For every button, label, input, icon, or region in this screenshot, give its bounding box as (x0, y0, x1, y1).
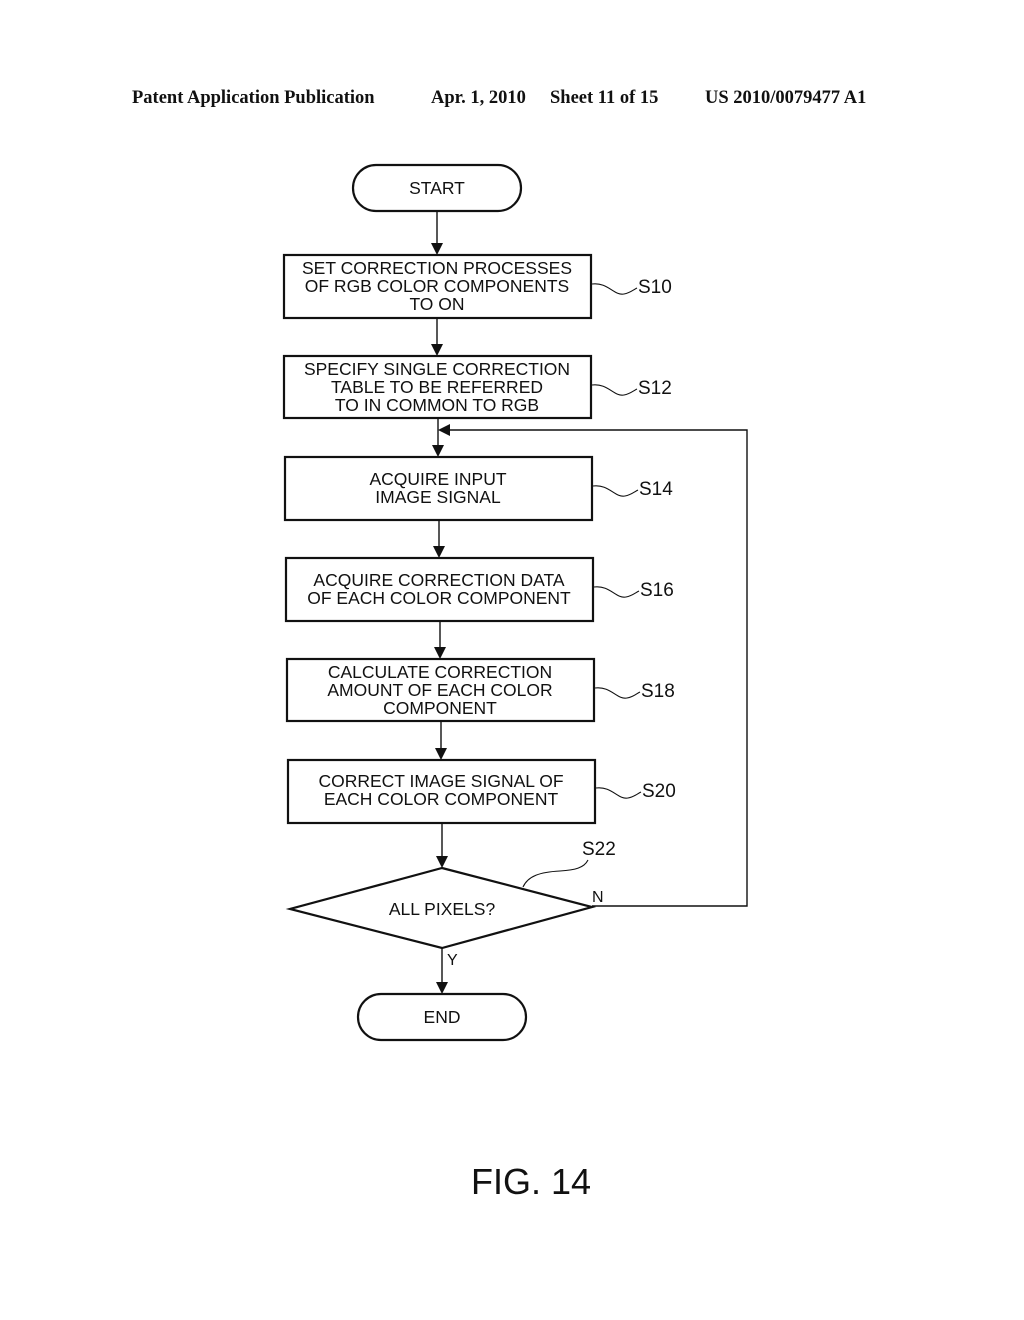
step-s14-line-1: ACQUIRE INPUT (369, 469, 506, 489)
step-s16-id: S16 (640, 580, 674, 601)
arrowhead (435, 748, 447, 760)
step-s16-line-2: OF EACH COLOR COMPONENT (307, 588, 571, 608)
step-s12: SPECIFY SINGLE CORRECTION TABLE TO BE RE… (282, 354, 672, 420)
arrow-s12-s14 (432, 418, 444, 457)
step-s10-line-1: SET CORRECTION PROCESSES (302, 258, 572, 278)
step-s14-id: S14 (639, 479, 673, 500)
decision-no-label: N (592, 889, 604, 906)
step-s10-id: S10 (638, 277, 672, 298)
step-s18-line-3: COMPONENT (383, 698, 497, 718)
decision-s22: ALL PIXELS? S22 N Y (285, 839, 616, 969)
step-s14: ACQUIRE INPUT IMAGE SIGNAL S14 (283, 455, 673, 522)
end-terminator: END (356, 992, 528, 1042)
step-s18-line-1: CALCULATE CORRECTION (328, 662, 552, 682)
step-s10-line-2: OF RGB COLOR COMPONENTS (305, 276, 569, 296)
arrow-s20-s22 (436, 823, 448, 868)
arrowhead (436, 856, 448, 868)
step-s10-line-3: TO ON (409, 294, 464, 314)
arrowhead (431, 344, 443, 356)
decision-yes-label: Y (447, 952, 458, 969)
step-s18-id: S18 (641, 681, 675, 702)
arrow-s18-s20 (435, 721, 447, 760)
arrow-s10-s12 (431, 318, 443, 356)
decision-id: S22 (582, 839, 616, 860)
step-s12-id: S12 (638, 378, 672, 399)
step-s10: SET CORRECTION PROCESSES OF RGB COLOR CO… (282, 253, 672, 320)
step-s12-leader (591, 384, 638, 396)
arrow-s16-s18 (434, 621, 446, 659)
start-terminator: START (351, 163, 523, 213)
step-s12-line-2: TABLE TO BE REFERRED (331, 377, 543, 397)
step-s20-line-2: EACH COLOR COMPONENT (324, 789, 559, 809)
arrowhead (438, 424, 450, 436)
step-s12-line-3: TO IN COMMON TO RGB (335, 395, 539, 415)
step-s18: CALCULATE CORRECTION AMOUNT OF EACH COLO… (285, 657, 675, 723)
step-s12-line-1: SPECIFY SINGLE CORRECTION (304, 359, 570, 379)
step-s10-leader (591, 283, 638, 295)
step-s16-leader (593, 586, 640, 598)
start-label: START (409, 178, 465, 198)
arrow-s14-s16 (433, 520, 445, 558)
step-s14-leader (592, 485, 639, 497)
arrow-start-s10 (431, 211, 443, 255)
arrowhead (432, 445, 444, 457)
step-s16-line-1: ACQUIRE CORRECTION DATA (313, 570, 564, 590)
decision-text: ALL PIXELS? (389, 899, 496, 919)
decision-leader (522, 859, 589, 888)
arrowhead (431, 243, 443, 255)
step-s20-line-1: CORRECT IMAGE SIGNAL OF (318, 771, 563, 791)
figure-label: FIG. 14 (471, 1161, 591, 1202)
step-s14-line-2: IMAGE SIGNAL (375, 487, 501, 507)
step-s20-id: S20 (642, 781, 676, 802)
arrowhead (433, 546, 445, 558)
step-s20: CORRECT IMAGE SIGNAL OF EACH COLOR COMPO… (286, 758, 676, 825)
step-s18-leader (594, 687, 641, 699)
step-s18-line-2: AMOUNT OF EACH COLOR (327, 680, 552, 700)
step-s20-leader (595, 787, 642, 799)
step-s16: ACQUIRE CORRECTION DATA OF EACH COLOR CO… (284, 556, 674, 623)
arrowhead (436, 982, 448, 994)
end-label: END (424, 1007, 461, 1027)
arrowhead (434, 647, 446, 659)
flowchart: START SET CORRECTION PROCESSES OF RGB CO… (282, 163, 748, 1202)
